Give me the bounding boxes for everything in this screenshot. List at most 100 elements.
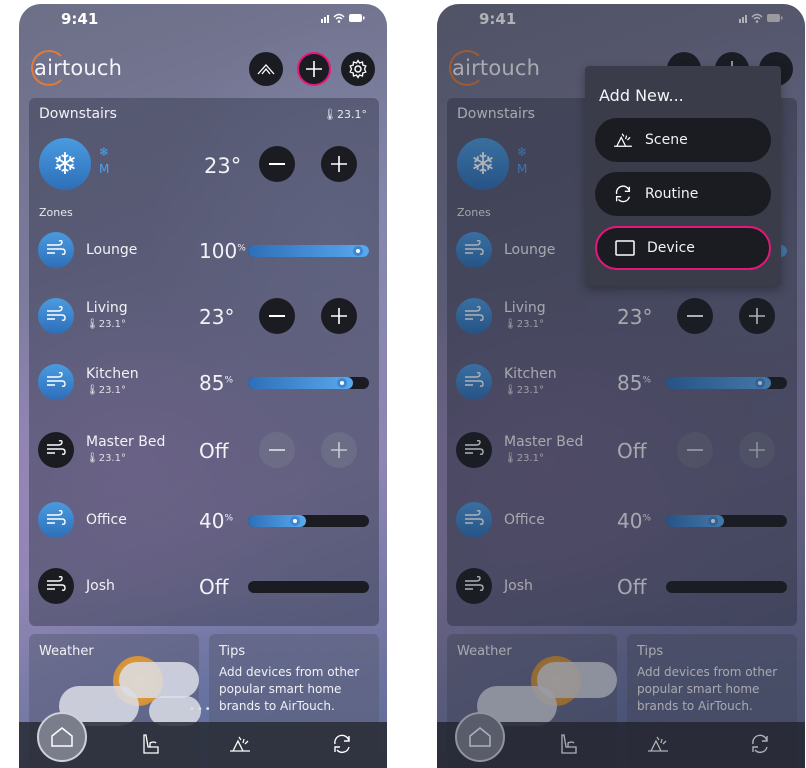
zone-slider-knob[interactable]: [353, 246, 363, 256]
settings-button[interactable]: [341, 52, 375, 86]
zone-temp: 🌡︎23.1°: [86, 385, 126, 396]
zone-value-unit: %: [224, 513, 234, 524]
zone-name: Master Bed: [86, 434, 166, 450]
zone-temp-value: 23.1°: [98, 319, 126, 330]
fan-icon: [46, 575, 66, 596]
plus-icon: [331, 156, 347, 172]
thermometer-icon: 🌡︎: [86, 319, 99, 330]
zone-value: Off: [199, 439, 229, 463]
plus-icon: [331, 442, 347, 458]
zone-value: 85%: [199, 371, 233, 395]
minus-icon: [269, 163, 285, 165]
zone-row[interactable]: Josh Off: [29, 560, 379, 610]
gear-icon: [349, 59, 367, 79]
zone-toggle-button[interactable]: [38, 298, 74, 334]
fan-sweep-icon: [257, 64, 275, 75]
zone-toggle-button[interactable]: [38, 232, 74, 268]
zone-slider-fill: [248, 245, 369, 257]
add-button[interactable]: [297, 52, 331, 86]
zone-value: 100%: [199, 239, 246, 263]
zone-increase-button[interactable]: [321, 432, 357, 468]
scene-icon: [611, 131, 635, 149]
tab-scenes[interactable]: [227, 732, 253, 756]
fan-icon: [46, 439, 66, 460]
mode-snowflake-small-icon: ❄: [99, 145, 110, 159]
zone-name: Kitchen: [86, 366, 139, 382]
zone-toggle-button[interactable]: [38, 364, 74, 400]
zone-group-temp: 🌡︎23.1°: [323, 108, 367, 121]
cloud-illustration: [119, 662, 199, 698]
group-increase-button[interactable]: [321, 146, 357, 182]
zone-group-temp-value: 23.1°: [337, 108, 367, 121]
zone-value: Off: [199, 575, 229, 599]
zone-value-number: 40: [199, 509, 225, 533]
zone-slider[interactable]: [248, 245, 369, 257]
zone-toggle-button[interactable]: [38, 432, 74, 468]
status-time: 9:41: [61, 10, 99, 28]
status-bar: 9:41: [19, 4, 387, 34]
home-icon: [51, 727, 73, 747]
fan-icon: [46, 305, 66, 326]
thermometer-icon: 🌡︎: [323, 108, 337, 121]
add-new-popup: Add New... Scene Routine Device: [585, 66, 781, 286]
zone-temp: 🌡︎23.1°: [86, 319, 126, 330]
tips-title: Tips: [219, 644, 246, 659]
zone-toggle-button[interactable]: [38, 568, 74, 604]
add-routine-item[interactable]: Routine: [595, 172, 771, 216]
tab-home[interactable]: [37, 712, 87, 762]
zone-decrease-button[interactable]: [259, 432, 295, 468]
zone-decrease-button[interactable]: [259, 298, 295, 334]
tab-zones[interactable]: [137, 732, 163, 756]
add-scene-label: Scene: [645, 132, 688, 148]
weather-title: Weather: [39, 644, 94, 659]
scene-icon: [230, 736, 250, 752]
zone-value-unit: %: [224, 375, 234, 386]
brand-name: airtouch: [34, 56, 123, 80]
zone-value-number: 85: [199, 371, 225, 395]
fan-icon: [46, 509, 66, 530]
zone-name: Living: [86, 300, 128, 316]
zone-name: Office: [86, 512, 127, 528]
minus-icon: [269, 449, 285, 451]
zone-group-name: Downstairs: [39, 106, 117, 122]
zone-toggle-button[interactable]: [38, 502, 74, 538]
zone-increase-button[interactable]: [321, 298, 357, 334]
phone-screen-home: 9:41 airtouch Downstairs 🌡︎23.1° ❄ ❄ M 2…: [19, 4, 387, 768]
group-decrease-button[interactable]: [259, 146, 295, 182]
mode-letter: M: [99, 162, 110, 176]
minus-icon: [269, 315, 285, 317]
zone-row[interactable]: Kitchen 🌡︎23.1° 85%: [29, 356, 379, 406]
group-setpoint: 23°: [204, 154, 242, 178]
device-icon: [613, 239, 637, 257]
thermometer-icon: 🌡︎: [86, 453, 99, 464]
zone-row[interactable]: Lounge 100%: [29, 224, 379, 274]
zone-row[interactable]: Master Bed 🌡︎23.1° Off: [29, 424, 379, 474]
seat-icon: [143, 734, 159, 754]
tab-routines[interactable]: [329, 732, 355, 756]
ac-mode-button[interactable]: ❄: [39, 138, 91, 190]
zone-value-unit: %: [237, 243, 246, 254]
ac-mode-indicator: ❄ M: [99, 144, 109, 178]
zone-value: 40%: [199, 509, 233, 533]
zone-temp-value: 23.1°: [98, 385, 126, 396]
zone-slider-knob[interactable]: [290, 516, 300, 526]
zone-slider-knob[interactable]: [337, 378, 347, 388]
add-device-item[interactable]: Device: [595, 226, 771, 270]
zone-slider[interactable]: [248, 515, 369, 527]
zone-slider[interactable]: [248, 377, 369, 389]
add-scene-item[interactable]: Scene: [595, 118, 771, 162]
zone-slider[interactable]: [248, 581, 369, 593]
thermometer-icon: 🌡︎: [86, 385, 99, 396]
zone-value-number: 23°: [199, 305, 235, 329]
favorites-button[interactable]: [249, 52, 283, 86]
fan-icon: [46, 371, 66, 392]
phone-screen-add-menu: 9:41 airtouch Downstairs ❄ ❄ M Zones Lou…: [437, 4, 805, 768]
zone-value-number: Off: [199, 439, 229, 463]
card-page-dots: •••: [189, 704, 213, 715]
zone-row[interactable]: Living 🌡︎23.1° 23°: [29, 290, 379, 340]
zone-row[interactable]: Office 40%: [29, 494, 379, 544]
zone-group-panel: Downstairs 🌡︎23.1° ❄ ❄ M 23° Zones Loung…: [29, 98, 379, 626]
zone-name: Josh: [86, 578, 115, 594]
plus-icon: [331, 308, 347, 324]
add-device-label: Device: [647, 240, 695, 256]
